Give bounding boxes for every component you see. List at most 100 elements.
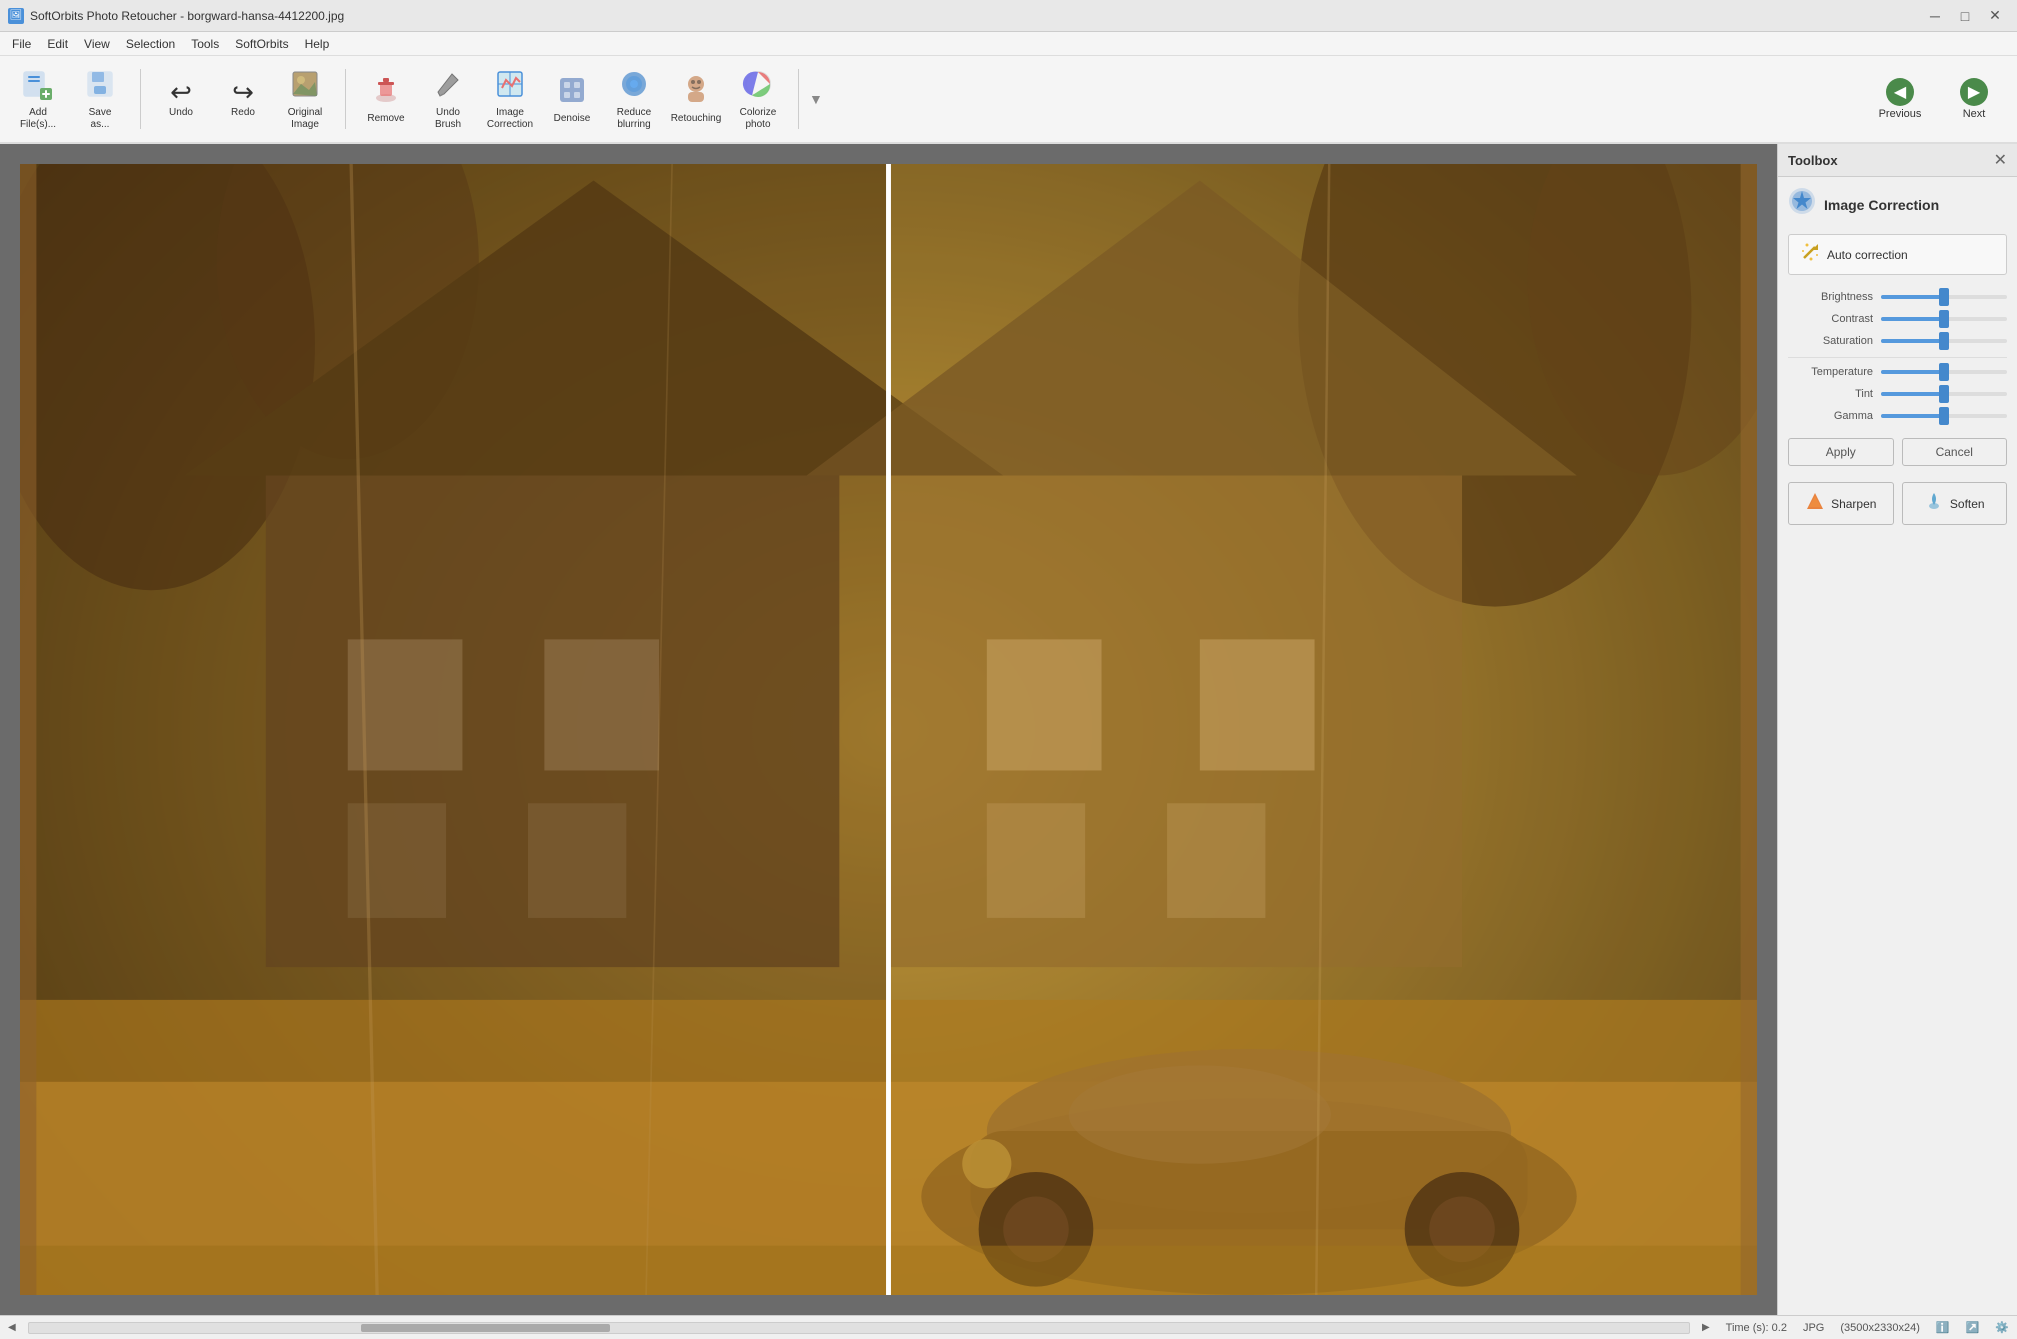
menu-file[interactable]: File — [4, 35, 39, 53]
sharpen-icon — [1805, 491, 1825, 516]
add-file-button[interactable]: AddFile(s)... — [8, 63, 68, 135]
gamma-slider[interactable] — [1881, 414, 2007, 418]
save-as-button[interactable]: Saveas... — [70, 63, 130, 135]
next-label: Next — [1963, 108, 1986, 120]
contrast-slider-row: Contrast — [1788, 313, 2007, 325]
colorize-photo-button[interactable]: Colorizephoto — [728, 63, 788, 135]
horizontal-scrollbar[interactable] — [28, 1322, 1690, 1334]
info-button[interactable]: ℹ️ — [1936, 1321, 1950, 1334]
apply-button[interactable]: Apply — [1788, 438, 1894, 466]
gamma-slider-row: Gamma — [1788, 410, 2007, 422]
image-correction-icon — [494, 68, 526, 105]
toolbar: AddFile(s)... Saveas... ↩ Undo ↪ Redo Or… — [0, 56, 2017, 144]
saturation-slider[interactable] — [1881, 339, 2007, 343]
minimize-button[interactable]: ─ — [1921, 4, 1949, 28]
undo-brush-button[interactable]: UndoBrush — [418, 63, 478, 135]
auto-correction-label: Auto correction — [1827, 248, 1908, 262]
temperature-slider-row: Temperature — [1788, 366, 2007, 378]
menu-softorbits[interactable]: SoftOrbits — [227, 35, 296, 53]
brightness-slider-row: Brightness — [1788, 291, 2007, 303]
title-bar: 🖼 SoftOrbits Photo Retoucher - borgward-… — [0, 0, 2017, 32]
toolbox-title: Toolbox — [1788, 153, 1838, 168]
saturation-label: Saturation — [1788, 335, 1873, 347]
window-controls: ─ □ ✕ — [1921, 4, 2009, 28]
tint-slider-row: Tint — [1788, 388, 2007, 400]
toolbar-sep-1 — [140, 69, 141, 129]
next-button[interactable]: ▶ Next — [1939, 63, 2009, 135]
tint-slider[interactable] — [1881, 392, 2007, 396]
soften-icon — [1924, 491, 1944, 516]
undo-button[interactable]: ↩ Undo — [151, 63, 211, 135]
status-bar: ◀ ▶ Time (s): 0.2 JPG (3500x2330x24) ℹ️ … — [0, 1315, 2017, 1339]
save-as-icon — [84, 68, 116, 105]
toolbox-panel: Toolbox ✕ Image Correction — [1777, 144, 2017, 1315]
canvas-area[interactable] — [0, 144, 1777, 1315]
toolbar-nav: ◀ Previous ▶ Next — [1865, 63, 2009, 135]
tint-label: Tint — [1788, 388, 1873, 400]
menu-view[interactable]: View — [76, 35, 118, 53]
denoise-label: Denoise — [554, 113, 591, 125]
wand-icon — [1801, 243, 1819, 266]
undo-brush-label: UndoBrush — [435, 107, 461, 131]
maximize-button[interactable]: □ — [1951, 4, 1979, 28]
scroll-thumb — [361, 1324, 610, 1332]
add-file-icon — [22, 68, 54, 105]
menu-edit[interactable]: Edit — [39, 35, 76, 53]
toolbar-tools-group: Remove UndoBrush ImageCorrection Denoise… — [356, 63, 788, 135]
menu-bar: File Edit View Selection Tools SoftOrbit… — [0, 32, 2017, 56]
soften-button[interactable]: Soften — [1902, 482, 2008, 525]
retouching-button[interactable]: Retouching — [666, 63, 726, 135]
dimensions-status: (3500x2330x24) — [1840, 1322, 1920, 1334]
main-content: Toolbox ✕ Image Correction — [0, 144, 2017, 1315]
toolbox-content: Image Correction Auto correction — [1778, 177, 2017, 535]
image-correction-button[interactable]: ImageCorrection — [480, 63, 540, 135]
close-button[interactable]: ✕ — [1981, 4, 2009, 28]
toolbar-sep-2 — [345, 69, 346, 129]
share-button[interactable]: ↗️ — [1966, 1321, 1980, 1334]
menu-help[interactable]: Help — [297, 35, 338, 53]
remove-icon — [370, 74, 402, 111]
effect-buttons: Sharpen Soften — [1788, 482, 2007, 525]
contrast-slider[interactable] — [1881, 317, 2007, 321]
sharpen-button[interactable]: Sharpen — [1788, 482, 1894, 525]
denoise-button[interactable]: Denoise — [542, 63, 602, 135]
auto-correction-button[interactable]: Auto correction — [1788, 234, 2007, 275]
save-as-label: Saveas... — [89, 107, 112, 131]
cancel-button[interactable]: Cancel — [1902, 438, 2008, 466]
menu-tools[interactable]: Tools — [183, 35, 227, 53]
previous-label: Previous — [1879, 108, 1922, 120]
original-image-label: OriginalImage — [288, 107, 322, 131]
menu-selection[interactable]: Selection — [118, 35, 183, 53]
slider-divider-1 — [1788, 357, 2007, 358]
temperature-label: Temperature — [1788, 366, 1873, 378]
remove-label: Remove — [367, 113, 404, 125]
scroll-right-button[interactable]: ▶ — [1702, 1322, 1710, 1333]
brightness-slider[interactable] — [1881, 295, 2007, 299]
scroll-left-button[interactable]: ◀ — [8, 1322, 16, 1333]
original-image-button[interactable]: OriginalImage — [275, 63, 335, 135]
reduce-blurring-button[interactable]: Reduceblurring — [604, 63, 664, 135]
soften-label: Soften — [1950, 497, 1985, 511]
next-arrow-icon: ▶ — [1960, 78, 1988, 106]
saturation-slider-row: Saturation — [1788, 335, 2007, 347]
gamma-label: Gamma — [1788, 410, 1873, 422]
previous-arrow-icon: ◀ — [1886, 78, 1914, 106]
time-status: Time (s): 0.2 — [1726, 1322, 1787, 1334]
app-title: SoftOrbits Photo Retoucher - borgward-ha… — [30, 9, 1921, 23]
previous-button[interactable]: ◀ Previous — [1865, 63, 1935, 135]
status-left: ◀ ▶ — [8, 1322, 1710, 1334]
redo-icon: ↪ — [232, 79, 254, 105]
settings-button[interactable]: ⚙️ — [1995, 1321, 2009, 1334]
remove-button[interactable]: Remove — [356, 63, 416, 135]
undo-label: Undo — [169, 107, 193, 119]
toolbar-expand-button[interactable]: ▼ — [809, 91, 823, 107]
toolbox-close-button[interactable]: ✕ — [1994, 150, 2007, 170]
image-container — [20, 164, 1757, 1295]
redo-button[interactable]: ↪ Redo — [213, 63, 273, 135]
toolbar-sep-3 — [798, 69, 799, 129]
image-correction-title: Image Correction — [1824, 197, 1939, 213]
action-buttons: Apply Cancel — [1788, 438, 2007, 466]
image-correction-section-header: Image Correction — [1788, 187, 2007, 222]
temperature-slider[interactable] — [1881, 370, 2007, 374]
add-file-label: AddFile(s)... — [20, 107, 56, 131]
